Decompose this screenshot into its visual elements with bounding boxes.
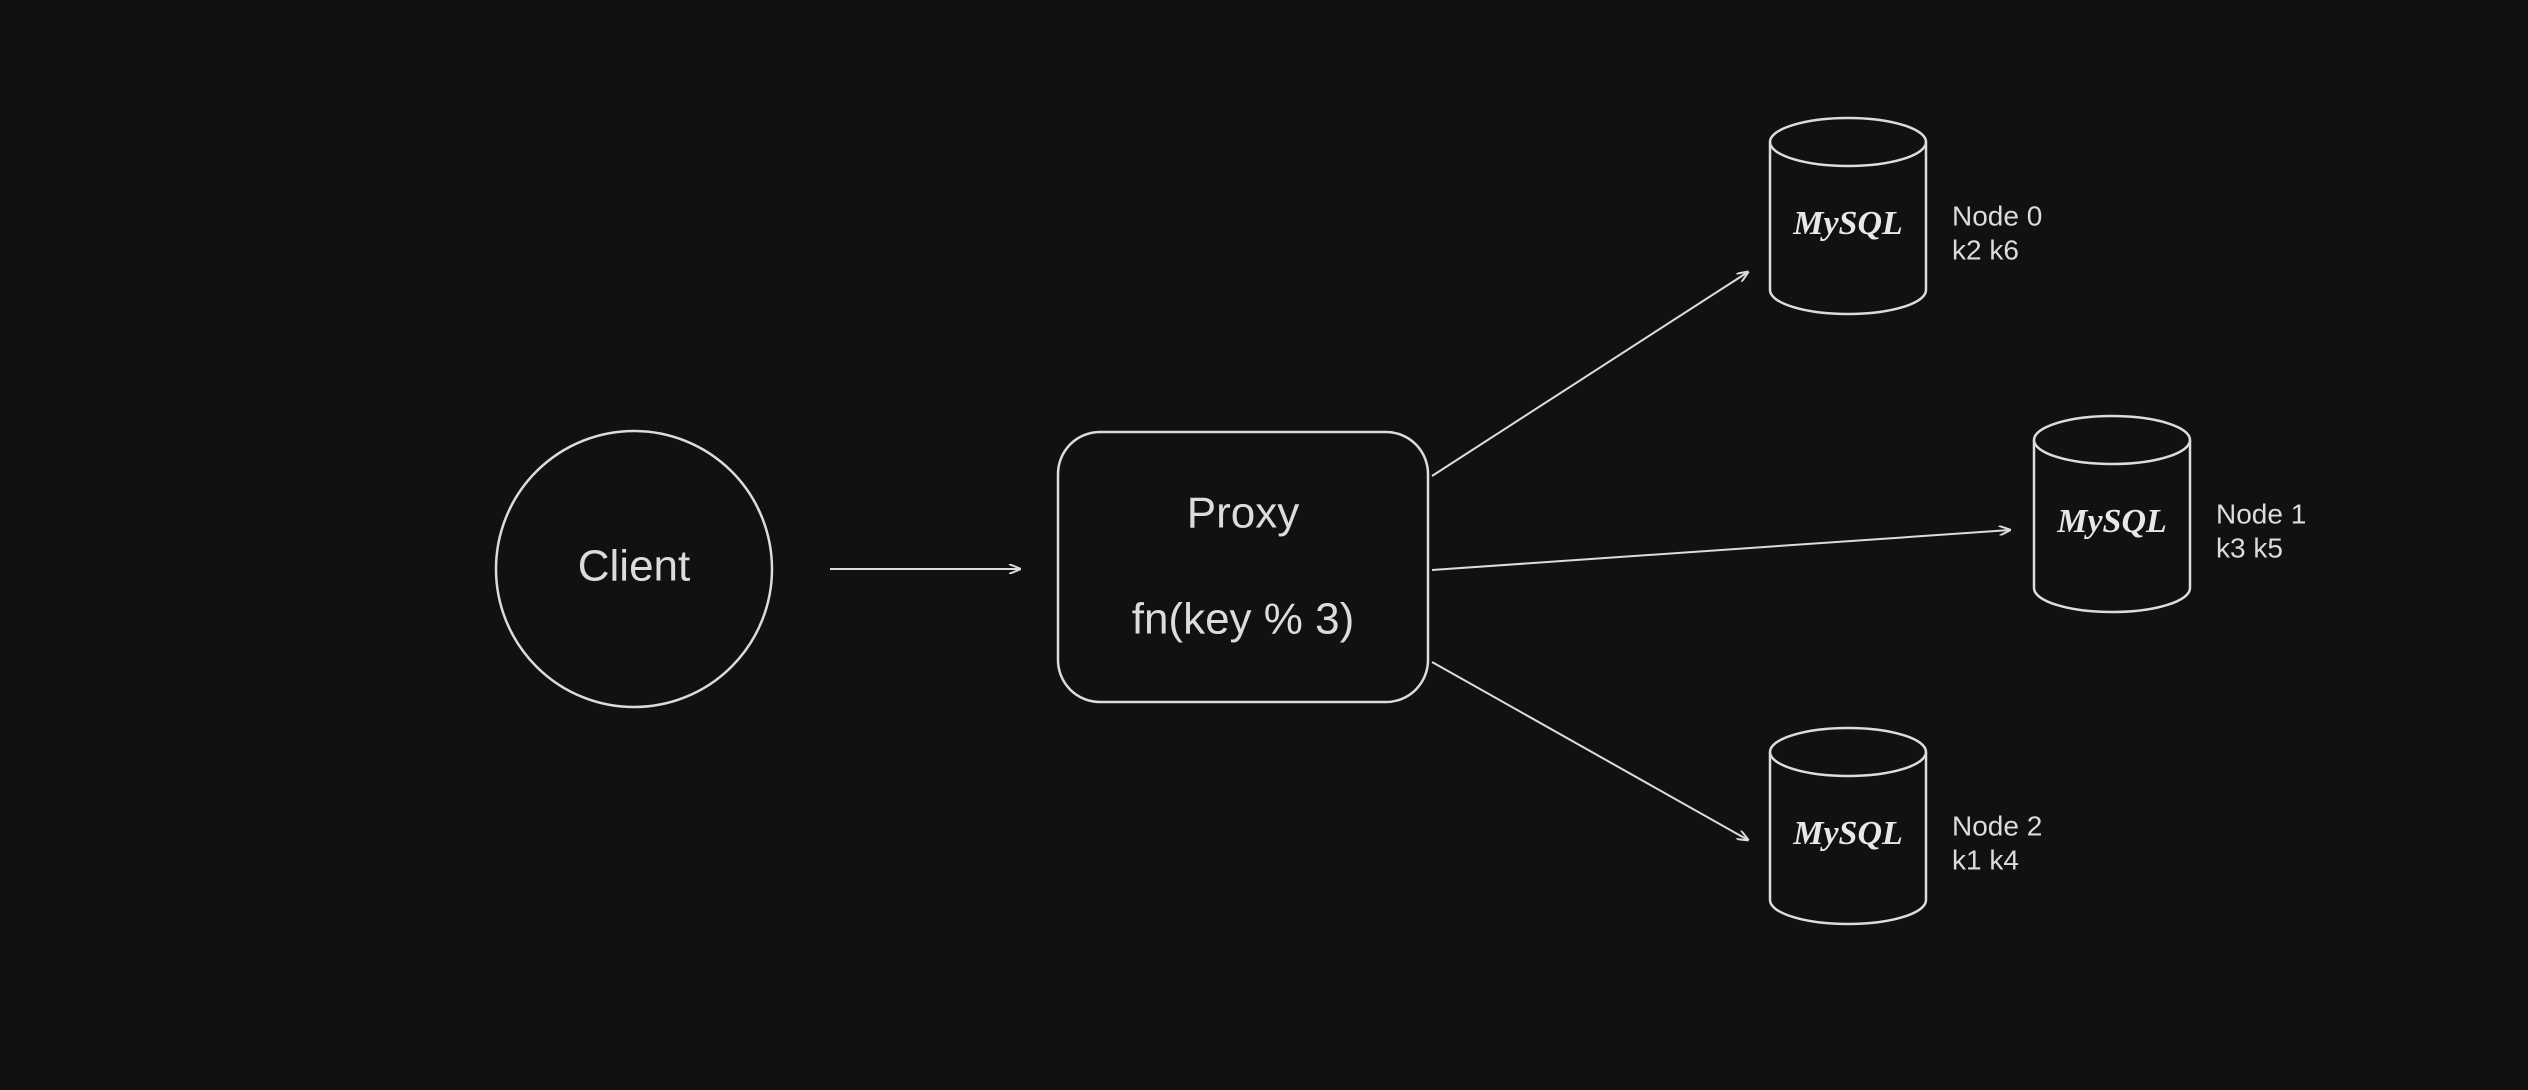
- node1-keys: k3 k5: [2216, 532, 2283, 563]
- node0-name: Node 0: [1952, 200, 2042, 231]
- arrow-proxy-node2: [1432, 662, 1748, 840]
- arrow-proxy-node0: [1432, 272, 1748, 476]
- arrow-proxy-node1: [1432, 530, 2010, 570]
- proxy-title: Proxy: [1187, 489, 1299, 538]
- db-node-0: MySQL: [1770, 118, 1926, 314]
- proxy-node: [1058, 432, 1428, 702]
- db-engine-label-1: MySQL: [2056, 503, 2167, 540]
- sharding-diagram: Client Proxy fn(key % 3) MySQL Node 0 k2…: [0, 0, 2528, 1090]
- db-node-2: MySQL: [1770, 728, 1926, 924]
- db-engine-label-2: MySQL: [1792, 815, 1903, 852]
- db-engine-label-0: MySQL: [1792, 205, 1903, 242]
- client-label: Client: [578, 542, 691, 591]
- node2-keys: k1 k4: [1952, 844, 2019, 875]
- node2-name: Node 2: [1952, 810, 2042, 841]
- db-node-1: MySQL: [2034, 416, 2190, 612]
- node1-name: Node 1: [2216, 498, 2306, 529]
- proxy-fn: fn(key % 3): [1132, 595, 1355, 644]
- node0-keys: k2 k6: [1952, 234, 2019, 265]
